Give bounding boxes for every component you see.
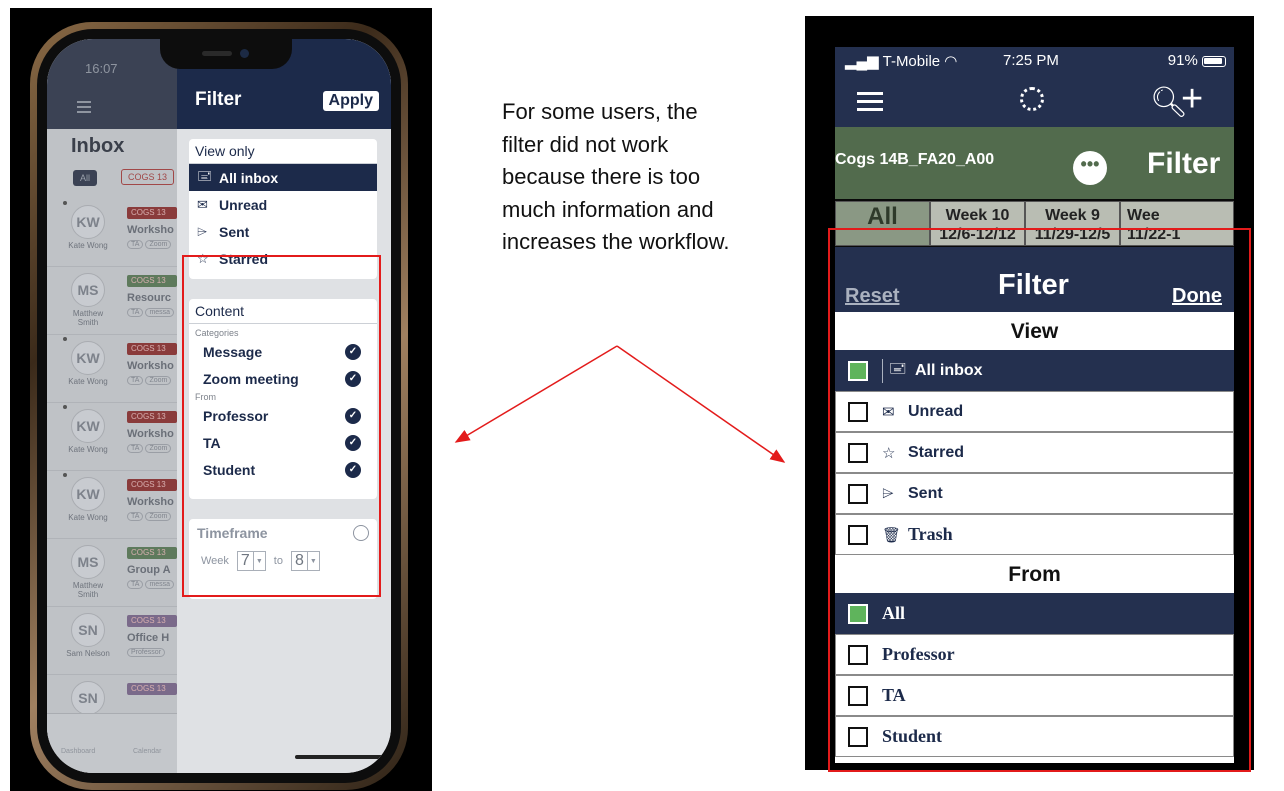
canvas-logo-icon bbox=[1020, 87, 1044, 111]
nav-bar: 🔍︎ + bbox=[835, 75, 1234, 127]
arrow-right bbox=[616, 345, 786, 463]
wifi-icon: ◠ bbox=[940, 53, 958, 70]
signal-icon: ▂▄▆ bbox=[845, 53, 883, 70]
status-time: 7:25 PM bbox=[1003, 52, 1059, 69]
carrier-label: ▂▄▆ T-Mobile ◠ bbox=[845, 53, 958, 70]
course-title: Cogs 14B_FA20_A00 bbox=[835, 151, 995, 168]
battery-status: 91% bbox=[1168, 52, 1226, 69]
menu-icon[interactable] bbox=[857, 92, 883, 116]
status-bar: ▂▄▆ T-Mobile ◠ 7:25 PM 91% bbox=[835, 47, 1234, 75]
filter-header-title: Filter bbox=[1147, 147, 1221, 180]
add-icon[interactable]: + bbox=[1181, 79, 1203, 119]
arrow-left bbox=[454, 345, 618, 443]
course-header: Cogs 14B_FA20_A00 ••• Filter bbox=[835, 127, 1234, 199]
highlight-box-right bbox=[828, 228, 1251, 772]
battery-icon bbox=[1202, 55, 1226, 67]
phone-notch bbox=[160, 39, 292, 69]
more-options-button[interactable]: ••• bbox=[1073, 151, 1107, 185]
